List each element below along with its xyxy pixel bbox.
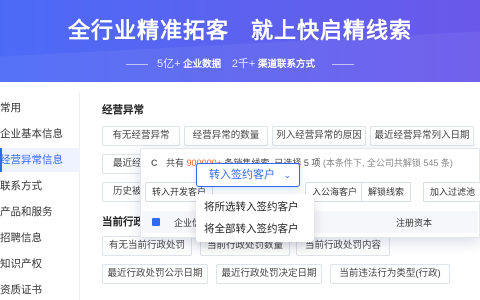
stat-channel-label: 渠道联系方式 <box>258 59 316 70</box>
sidebar-item-certificates[interactable]: 资质证书 <box>0 278 80 300</box>
chip-violation-type[interactable]: 当前违法行为类型(行政) <box>330 264 450 284</box>
column-registered-capital: 注册资本 <box>396 218 433 228</box>
select-all-checkbox[interactable] <box>152 218 160 226</box>
chip-abnormal-reason[interactable]: 列入经营异常的原因 <box>272 126 366 146</box>
option-transfer-selected[interactable]: 将所选转入签约客户 <box>196 196 314 218</box>
sidebar-item-abnormal-info[interactable]: 经营异常信息 <box>0 148 80 172</box>
section-title-abnormal: 经营异常 <box>102 104 144 116</box>
divider <box>126 63 149 65</box>
hero-title-right: 就上快启精线索 <box>251 18 413 43</box>
stat-enterprise-label: 企业数据 <box>183 59 222 70</box>
transfer-signed-menu: 将所选转入签约客户 将全部转入签约客户 <box>196 194 314 242</box>
sidebar-item-ip[interactable]: 知识产权 <box>0 252 80 276</box>
sidebar-item-basic-info[interactable]: 企业基本信息 <box>0 122 80 146</box>
chip-has-abnormal[interactable]: 有无经营异常 <box>102 126 180 146</box>
divider <box>331 63 354 65</box>
option-transfer-all[interactable]: 将全部转入签约客户 <box>196 218 314 240</box>
category-sidebar: 常用 企业基本信息 经营异常信息 联系方式 产品和服务 招聘信息 知识产权 资质… <box>0 92 80 300</box>
unlock-leads-button[interactable]: 解锁线索 <box>361 182 412 202</box>
sidebar-item-recruitment[interactable]: 招聘信息 <box>0 226 80 250</box>
chip-abnormal-date[interactable]: 最近经营异常列入日期 <box>370 126 474 146</box>
hero-title-left: 全行业精准拓客 <box>67 18 229 43</box>
chip-penalty-decision-date[interactable]: 最近行政处罚决定日期 <box>216 264 322 284</box>
chip-abnormal-count[interactable]: 经营异常的数量 <box>184 126 268 146</box>
dropdown-label: 转入签约客户 <box>209 169 275 181</box>
stat-channel-value: 2千+ <box>231 58 256 70</box>
hero-stats: 5亿+ 企业数据 2千+ 渠道联系方式 <box>0 55 480 71</box>
transfer-signed-dropdown[interactable]: 转入签约客户 ⌄ <box>196 163 300 187</box>
chip-penalty-publish-date[interactable]: 最近行政处罚公示日期 <box>102 264 208 284</box>
sidebar-item-common[interactable]: 常用 <box>0 96 80 120</box>
chip-has-penalty[interactable]: 有无当前行政处罚 <box>102 236 192 256</box>
refresh-icon[interactable]: C <box>151 158 158 168</box>
hero-title: 全行业精准拓客 就上快启精线索 <box>0 13 480 45</box>
hero-banner: 全行业精准拓客 就上快启精线索 5亿+ 企业数据 2千+ 渠道联系方式 <box>0 0 480 82</box>
info-prefix: 共有 <box>166 158 185 168</box>
chevron-down-icon: ⌄ <box>283 170 291 180</box>
sidebar-item-products[interactable]: 产品和服务 <box>0 200 80 224</box>
sidebar-item-contact[interactable]: 联系方式 <box>0 174 80 198</box>
section-title-penalty: 当前行政 <box>102 216 144 228</box>
stat-enterprise-value: 5亿+ <box>156 58 181 70</box>
unlock-info: (本条件下, 全公司共解锁 545 条) <box>322 158 453 168</box>
add-filter-pool-button[interactable]: 加入过滤池 <box>423 182 480 202</box>
